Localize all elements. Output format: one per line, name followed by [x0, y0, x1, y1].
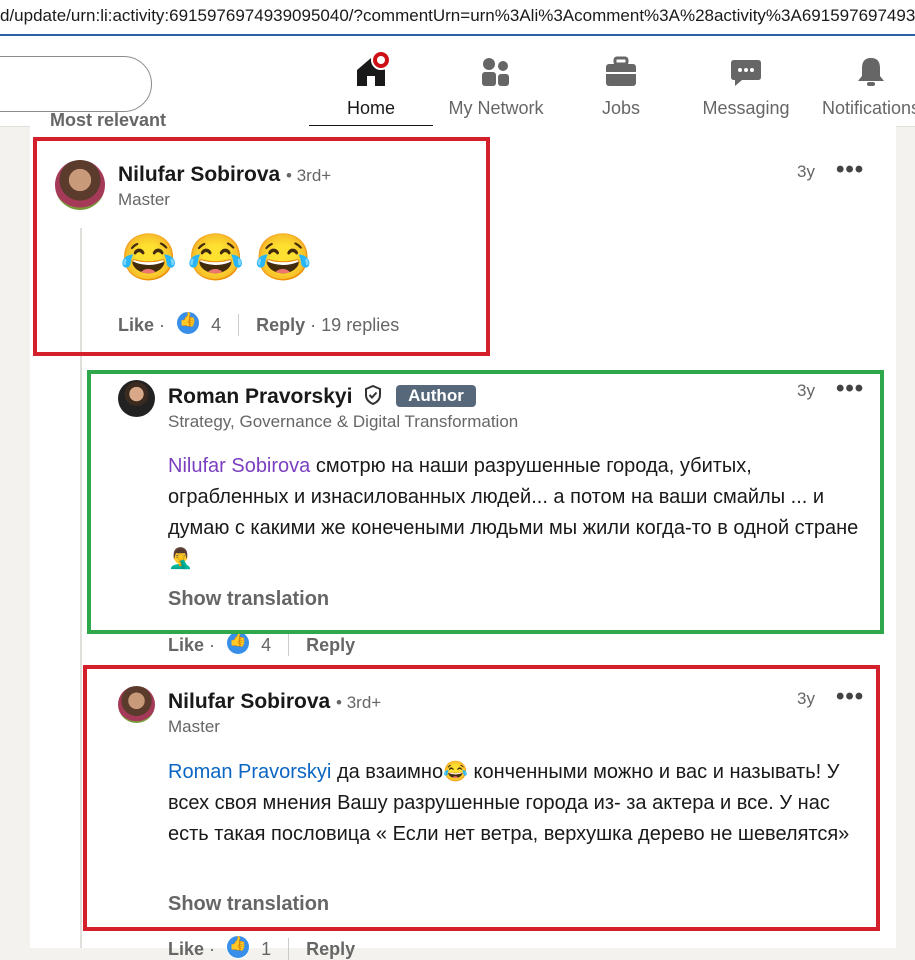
more-options-icon[interactable]: ••• [836, 156, 864, 184]
nav-messaging-label: Messaging [702, 98, 790, 118]
chat-icon [728, 54, 764, 90]
briefcase-icon [603, 54, 639, 90]
divider [288, 634, 290, 656]
nav-my-network[interactable]: My Network [434, 50, 558, 126]
nav-jobs-label: Jobs [601, 98, 641, 118]
nav-home-label: Home [346, 98, 395, 118]
network-icon [478, 54, 514, 90]
comment-actions: Like · 4 Reply [168, 631, 355, 656]
divider [288, 938, 290, 960]
separator-dot: · [209, 939, 216, 959]
highlight-box-red [83, 665, 880, 931]
sort-dropdown[interactable]: Most relevant [50, 110, 166, 131]
like-reaction-icon [226, 631, 251, 655]
reaction-count[interactable]: 1 [261, 939, 271, 959]
comment-timestamp: 3y [797, 162, 815, 181]
url-text: d/update/urn:li:activity:691597697493909… [0, 6, 915, 25]
notification-dot [371, 50, 391, 70]
search-input[interactable] [0, 56, 152, 112]
sort-label: Most relevant [50, 110, 167, 130]
reply-button[interactable]: Reply [306, 635, 355, 655]
bell-icon [853, 54, 889, 90]
address-bar[interactable]: d/update/urn:li:activity:691597697493909… [0, 0, 915, 36]
like-button[interactable]: Like [168, 635, 204, 655]
like-reaction-icon [226, 935, 251, 959]
nav-messaging[interactable]: Messaging [684, 50, 808, 126]
nav-home[interactable]: Home [309, 50, 433, 128]
reply-button[interactable]: Reply [306, 939, 355, 959]
nav-notifications-label: Notifications [821, 98, 915, 118]
nav-notifications[interactable]: Notifications [809, 50, 915, 126]
nav-jobs[interactable]: Jobs [559, 50, 683, 126]
separator-dot: · [209, 635, 216, 655]
like-button[interactable]: Like [168, 939, 204, 959]
highlight-box-green [87, 370, 884, 634]
home-icon [353, 50, 391, 90]
reaction-count[interactable]: 4 [261, 635, 271, 655]
highlight-box-red [33, 137, 490, 356]
nav-my-network-label: My Network [448, 98, 544, 118]
